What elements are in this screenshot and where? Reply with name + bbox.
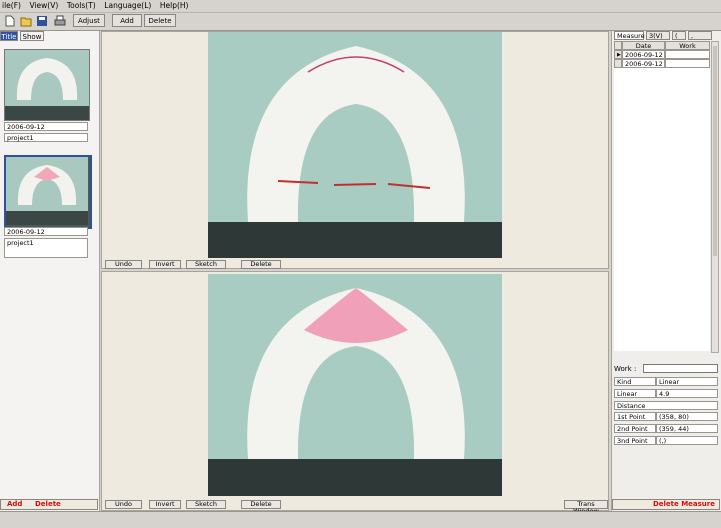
table-cell-work[interactable] [665,50,710,59]
prop-value: (,) [656,436,718,445]
undo-button[interactable]: Undo [105,260,142,269]
delete-drawing-button[interactable]: Delete [241,500,281,509]
menu-help[interactable]: Help(H) [158,0,193,10]
table-row[interactable]: 2006-09-12 [622,59,665,68]
invert-button[interactable]: Invert [149,500,181,509]
prop-key: Distance [614,401,718,410]
status-bar [0,511,721,528]
tab-measure[interactable]: Measure [614,31,645,40]
undo-button[interactable]: Undo [105,500,142,509]
thumbnail-panel: Title Show 2006-09-12 project1 2006-09-1… [0,31,100,511]
print-icon[interactable] [54,15,66,27]
thumbnail-image[interactable] [4,49,90,121]
prop-value: (359, 44) [656,424,718,433]
dental-cast-image-bottom[interactable] [208,274,502,496]
open-folder-icon[interactable] [20,15,32,27]
left-bottom-bar: Add Delete [0,499,98,510]
add-button[interactable]: Add [112,14,142,27]
invert-button[interactable]: Invert [149,260,181,269]
save-disk-icon[interactable] [36,15,48,27]
row-selector[interactable]: ▶ [614,50,622,59]
table-cell-work[interactable] [665,59,710,68]
menu-view[interactable]: View(V) [28,0,63,10]
adjust-button[interactable]: Adjust [73,14,105,27]
thumbnail-project: project1 [4,133,88,142]
work-label: Work : [614,365,637,373]
top-viewer-controls: Undo Invert Sketch Delete [102,260,608,269]
measure-panel: Measure 3(V) = ( , Date Work ▶ 2006-09-1… [611,31,721,511]
sketch-button[interactable]: Sketch [186,260,226,269]
delete-drawing-button[interactable]: Delete [241,260,281,269]
add-link[interactable]: Add [7,500,22,509]
work-input[interactable] [643,364,718,373]
tab-comma[interactable]: , [688,31,712,40]
prop-value: (358, 80) [656,412,718,421]
tab-view[interactable]: 3(V) = [646,31,670,49]
row-selector[interactable] [614,59,622,68]
right-bottom-bar: Delete Measure [612,499,720,510]
new-file-icon[interactable] [4,15,16,27]
table-row[interactable]: 2006-09-12 [622,50,665,59]
thumbnail-project: project1 [4,238,88,258]
bottom-viewer-controls: Undo Invert Sketch Delete Trans Window [102,500,608,515]
thumbnail-date: 2006-09-12 [4,122,88,131]
delete-measure-link[interactable]: Delete Measure [653,500,715,509]
vertical-scrollbar[interactable] [711,41,719,353]
menu-tools[interactable]: Tools(T) [65,0,100,10]
prop-key: Linear [614,389,656,398]
thumbnail-image-selected[interactable] [4,155,92,229]
grid-corner [614,41,622,50]
bottom-viewer: Undo Invert Sketch Delete Trans Window [101,271,609,515]
thumbnail-date: 2006-09-12 [4,227,88,236]
prop-value: Linear [656,377,718,386]
prop-key: 2nd Point [614,424,656,433]
delete-link[interactable]: Delete [35,500,61,509]
grid-header-work[interactable]: Work [665,41,710,50]
prop-key: 1st Point [614,412,656,421]
tab-paren[interactable]: ( [672,31,686,40]
toolbar: Adjust Add Delete [0,13,721,31]
menu-language[interactable]: Language(L) [102,0,155,10]
prop-key: Kind [614,377,656,386]
top-viewer: Undo Invert Sketch Delete [101,31,609,269]
tab-show[interactable]: Show [20,31,44,41]
dental-cast-image-top[interactable] [208,32,502,258]
prop-key: 3nd Point [614,436,656,445]
menu-bar: ile(F) View(V) Tools(T) Language(L) Help… [0,0,721,13]
tab-title[interactable]: Title [0,31,18,41]
menu-file[interactable]: ile(F) [0,0,25,10]
scrollbar-thumb[interactable] [713,46,717,256]
prop-value: 4.9 [656,389,718,398]
trans-window-button[interactable]: Trans Window [564,500,608,515]
measure-grid: Date Work ▶ 2006-09-12 2006-09-12 [614,41,710,351]
sketch-button[interactable]: Sketch [186,500,226,509]
grid-header-date[interactable]: Date [622,41,665,50]
delete-button[interactable]: Delete [144,14,176,27]
